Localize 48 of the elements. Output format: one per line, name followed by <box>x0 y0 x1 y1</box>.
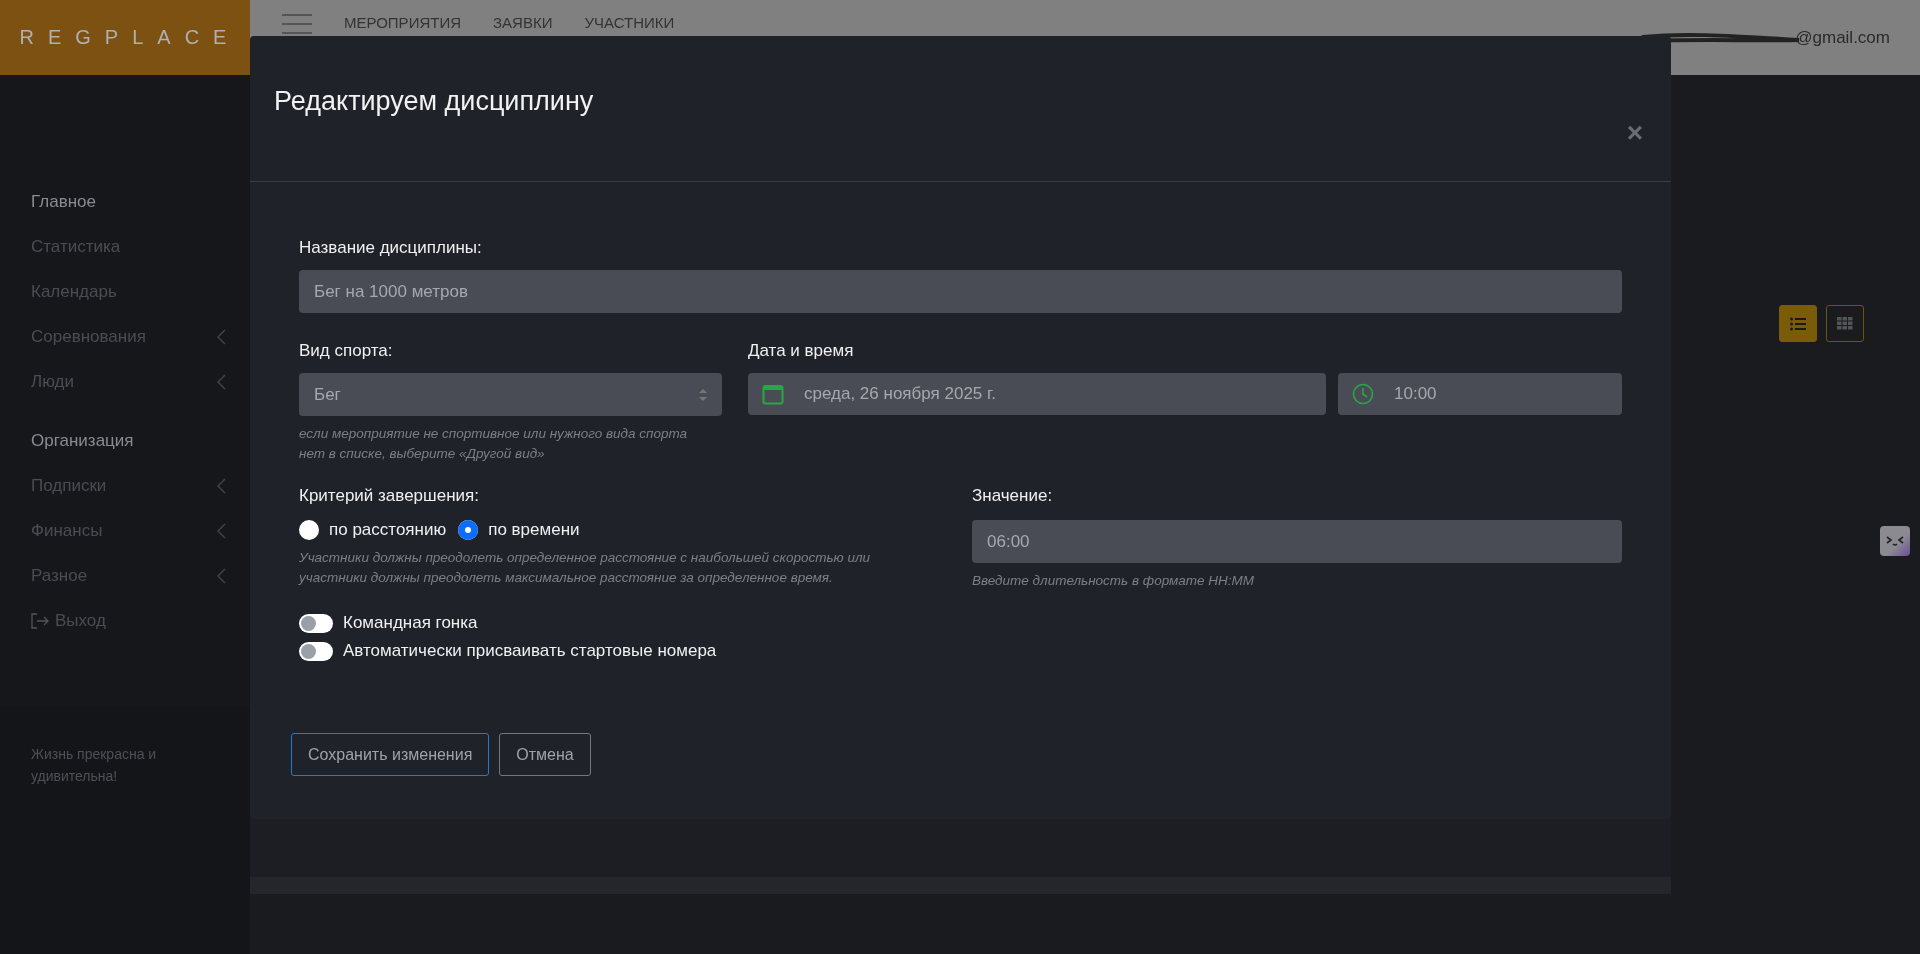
toggle-switch[interactable] <box>299 641 333 661</box>
user-email[interactable]: @gmail.com <box>1795 27 1890 48</box>
chevron-left-icon <box>216 567 226 584</box>
brand-logo[interactable]: REGPLACE <box>0 0 250 75</box>
chat-widget-button[interactable] <box>1880 526 1910 556</box>
radio-button[interactable] <box>458 520 479 540</box>
nav-link[interactable]: МЕРОПРИЯТИЯ <box>344 14 462 31</box>
chevron-left-icon <box>216 522 226 539</box>
radio-button[interactable] <box>299 520 319 540</box>
face-icon <box>1885 535 1905 547</box>
sidebar-section[interactable]: Главное <box>0 179 250 224</box>
sidebar-section[interactable]: Организация <box>0 418 250 463</box>
clock-icon <box>1352 383 1374 405</box>
sport-select[interactable]: Бег <box>299 373 722 416</box>
toggle-option[interactable]: Командная гонка <box>299 613 1622 633</box>
chevron-left-icon <box>216 477 226 494</box>
list-icon <box>1790 316 1806 331</box>
chevron-left-icon <box>216 328 226 345</box>
logout-icon <box>31 612 49 629</box>
cancel-button[interactable]: Отмена <box>499 733 591 776</box>
chevron-left-icon <box>216 373 226 390</box>
grid-view-button[interactable] <box>1826 305 1864 342</box>
radio-option[interactable]: по времени <box>458 520 580 540</box>
value-input[interactable]: 06:00 <box>972 520 1622 563</box>
footer-text: Жизнь прекрасна и удивительна! <box>31 745 158 786</box>
field-label: Значение: <box>972 486 1054 506</box>
sort-arrows-icon <box>699 388 707 401</box>
close-button[interactable]: × <box>1622 119 1647 147</box>
nav-link[interactable]: ЗАЯВКИ <box>493 14 553 31</box>
grid-icon <box>1837 317 1853 330</box>
field-label: Критерий завершения: <box>299 486 480 506</box>
help-text: если мероприятие не спортивное или нужного вида спорта нет в списке, выберите «Другой вид» <box>299 425 689 463</box>
list-view-button[interactable] <box>1779 305 1817 342</box>
toggle-switch[interactable] <box>299 613 333 633</box>
help-text: Введите длительность в формате HH:MM <box>972 572 1256 590</box>
field-label: Название дисциплины: <box>299 238 483 258</box>
toggle-option[interactable]: Автоматически присваивать стартовые номера <box>299 641 1622 661</box>
time-field[interactable]: 10:00 <box>1338 373 1622 415</box>
field-label: Вид спорта: <box>299 341 394 361</box>
field-label: Дата и время <box>748 341 855 361</box>
name-input[interactable]: Бег на 1000 метров <box>299 270 1622 313</box>
calendar-icon <box>762 383 784 405</box>
nav-link[interactable]: УЧАСТНИКИ <box>584 14 675 31</box>
radio-option[interactable]: по расстоянию <box>299 520 447 540</box>
dialog-title: Редактируем дисциплину <box>274 86 594 117</box>
date-field[interactable]: среда, 26 ноября 2025 г. <box>748 373 1326 415</box>
save-button[interactable]: Сохранить изменения <box>291 733 490 776</box>
help-text: Участники должны преодолеть определенное расстояние с наибольшей скоростью или участники должны преодолеть максимальное расстояние за определенное время. <box>299 549 872 587</box>
